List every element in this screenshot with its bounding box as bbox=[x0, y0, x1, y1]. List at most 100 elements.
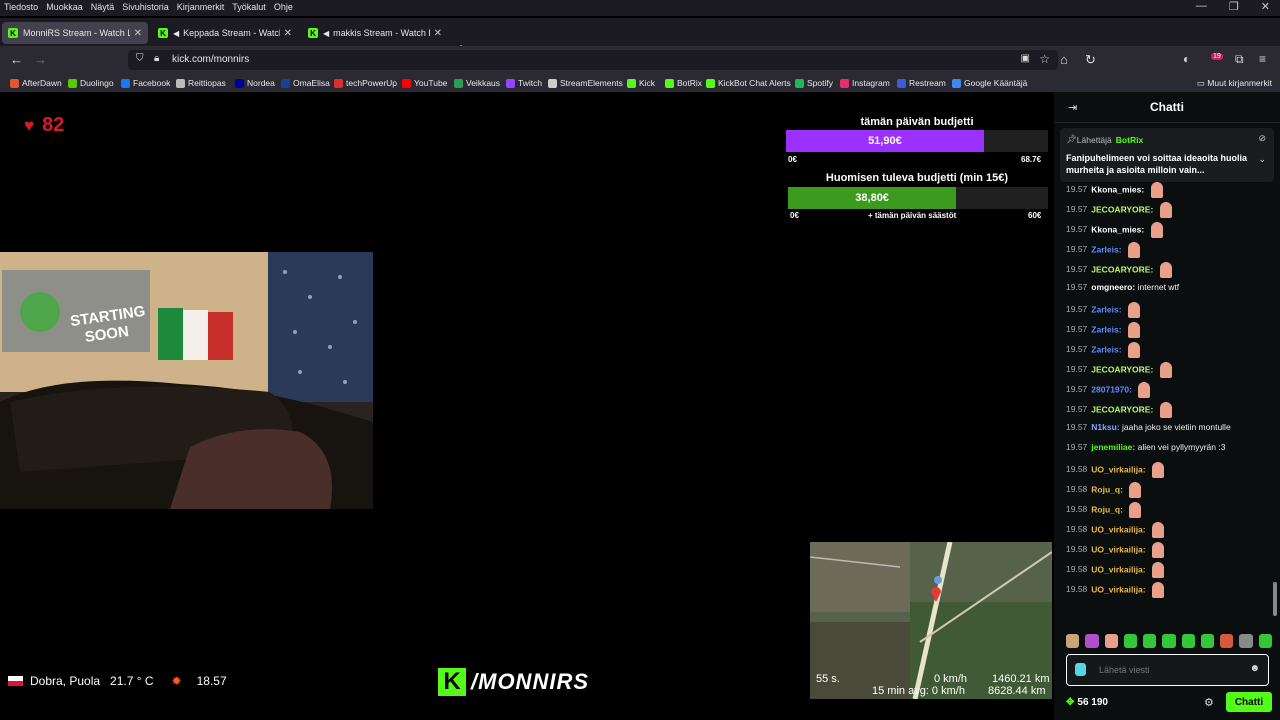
back-icon[interactable]: ← bbox=[10, 52, 23, 67]
message-username[interactable]: UO_virkailija bbox=[1091, 464, 1143, 474]
emote-icon[interactable] bbox=[1104, 634, 1118, 648]
chat-input[interactable] bbox=[1097, 661, 1241, 679]
message-username[interactable]: Zarleis bbox=[1091, 324, 1118, 334]
message-username[interactable]: JECOARYORE bbox=[1091, 364, 1150, 374]
bookmark-item[interactable]: AfterDawn bbox=[10, 78, 62, 88]
chat-message[interactable]: 19.58 Roju_q: bbox=[1066, 502, 1272, 518]
picture-in-picture-icon[interactable]: ▣ bbox=[1021, 53, 1030, 64]
lock-icon[interactable]: 🔒︎ bbox=[154, 53, 159, 64]
chat-message[interactable]: 19.57 JECOARYORE: bbox=[1066, 202, 1272, 218]
close-tab-icon[interactable]: ✕ bbox=[134, 28, 142, 39]
tab-makkis[interactable]: K ◀ makkis Stream - Watch Live ✕ bbox=[302, 22, 448, 44]
shield-icon[interactable]: ⛉ bbox=[136, 53, 144, 64]
tab-monnirs[interactable]: K MonniRS Stream - Watch Live o ✕ bbox=[2, 22, 148, 44]
close-window-icon[interactable]: ✕ bbox=[1261, 0, 1270, 13]
chat-message[interactable]: 19.57 JECOARYORE: bbox=[1066, 402, 1272, 418]
chat-message[interactable]: 19.57 omgneero: internet wtf bbox=[1066, 282, 1272, 293]
bookmark-item[interactable]: BotRix bbox=[665, 78, 702, 88]
message-username[interactable]: Kkona_mies bbox=[1091, 224, 1141, 234]
menu-item[interactable]: Ohje bbox=[274, 2, 293, 12]
message-username[interactable]: jenemiliae bbox=[1091, 442, 1132, 452]
channel-points[interactable]: ✥ 56 190 bbox=[1066, 697, 1108, 708]
account-icon[interactable]: ◐ bbox=[1183, 52, 1190, 66]
chat-input-box[interactable]: ☻ bbox=[1066, 654, 1269, 686]
message-username[interactable]: 28071970 bbox=[1091, 384, 1129, 394]
minimize-icon[interactable]: — bbox=[1196, 0, 1207, 13]
hamburger-menu-icon[interactable]: ≡ bbox=[1259, 52, 1266, 66]
emote-icon[interactable] bbox=[1085, 634, 1099, 648]
close-tab-icon[interactable]: ✕ bbox=[434, 28, 442, 39]
chat-message[interactable]: 19.57 JECOARYORE: bbox=[1066, 362, 1272, 378]
settings-gear-icon[interactable]: ⚙ bbox=[1204, 696, 1214, 709]
extension-badge[interactable]: 19 bbox=[1211, 53, 1223, 60]
bookmark-item[interactable]: Spotify bbox=[795, 78, 833, 88]
bookmark-item[interactable]: Google Kääntäjä bbox=[952, 78, 1027, 88]
stream-video[interactable]: ♥ 82 tämän päivän budjetti 51,90€ 0€ 68.… bbox=[0, 92, 1054, 720]
chat-message[interactable]: 19.57 Zarleis: bbox=[1066, 302, 1272, 318]
speaker-icon[interactable]: ◀ bbox=[173, 29, 179, 38]
menu-item[interactable]: Kirjanmerkit bbox=[177, 2, 225, 12]
bookmark-item[interactable]: StreamElements bbox=[548, 78, 623, 88]
reload-icon[interactable]: ↻ bbox=[1085, 52, 1096, 68]
expand-chevron-icon[interactable]: ⌄ bbox=[1258, 154, 1266, 165]
send-chat-button[interactable]: Chatti bbox=[1226, 692, 1272, 712]
address-bar[interactable]: ⛉ 🔒︎ kick.com/monnirs ▣ ☆ bbox=[128, 50, 1058, 70]
message-username[interactable]: JECOARYORE bbox=[1091, 404, 1150, 414]
chat-message[interactable]: 19.57 JECOARYORE: bbox=[1066, 262, 1272, 278]
message-username[interactable]: Zarleis bbox=[1091, 304, 1118, 314]
chat-message[interactable]: 19.58 UO_virkailija: bbox=[1066, 562, 1272, 578]
message-username[interactable]: UO_virkailija bbox=[1091, 584, 1143, 594]
message-username[interactable]: UO_virkailija bbox=[1091, 524, 1143, 534]
chat-message[interactable]: 19.58 UO_virkailija: bbox=[1066, 522, 1272, 538]
emote-icon[interactable] bbox=[1143, 634, 1157, 648]
menu-item[interactable]: Näytä bbox=[91, 2, 115, 12]
chat-message[interactable]: 19.57 jenemiliae: alien vei pyllymyyrän :… bbox=[1066, 442, 1272, 453]
menu-item[interactable]: Työkalut bbox=[232, 2, 266, 12]
chat-message[interactable]: 19.57 Kkona_mies: bbox=[1066, 182, 1272, 198]
chat-message[interactable]: 19.58 UO_virkailija: bbox=[1066, 462, 1272, 478]
emote-icon[interactable] bbox=[1066, 634, 1080, 648]
message-username[interactable]: UO_virkailija bbox=[1091, 544, 1143, 554]
bookmark-item[interactable]: Twitch bbox=[506, 78, 542, 88]
emote-icon[interactable] bbox=[1181, 634, 1195, 648]
emote-icon[interactable] bbox=[1200, 634, 1215, 648]
emoji-picker-icon[interactable]: ☻ bbox=[1249, 663, 1260, 674]
maximize-icon[interactable]: ❐ bbox=[1229, 0, 1239, 13]
bookmark-item[interactable]: Nordea bbox=[235, 78, 275, 88]
bookmark-item[interactable]: Reittiopas bbox=[176, 78, 226, 88]
forward-icon[interactable]: → bbox=[34, 52, 47, 67]
chat-message[interactable]: 19.57 28071970: bbox=[1066, 382, 1272, 398]
message-username[interactable]: UO_virkailija bbox=[1091, 564, 1143, 574]
emote-icon[interactable] bbox=[1239, 634, 1253, 648]
message-username[interactable]: JECOARYORE bbox=[1091, 264, 1150, 274]
bookmark-item[interactable]: techPowerUp bbox=[334, 78, 397, 88]
bookmark-item[interactable]: Instagram bbox=[840, 78, 890, 88]
chat-message[interactable]: 19.57 Zarleis: bbox=[1066, 322, 1272, 338]
unpin-icon[interactable]: ⊘ bbox=[1258, 133, 1266, 144]
menu-item[interactable]: Sivuhistoria bbox=[122, 2, 169, 12]
message-username[interactable]: N1ksu bbox=[1091, 422, 1117, 432]
message-username[interactable]: Zarleis bbox=[1091, 244, 1118, 254]
message-username[interactable]: omgneero bbox=[1091, 282, 1132, 292]
close-tab-icon[interactable]: ✕ bbox=[284, 28, 292, 39]
bookmark-item[interactable]: Facebook bbox=[121, 78, 170, 88]
bookmark-item[interactable]: Restream bbox=[897, 78, 946, 88]
bookmark-item[interactable]: Veikkaus bbox=[454, 78, 500, 88]
home-icon[interactable]: ⌂ bbox=[1060, 52, 1068, 67]
message-username[interactable]: JECOARYORE bbox=[1091, 204, 1150, 214]
bookmark-item[interactable]: KickBot Chat Alerts bbox=[706, 78, 791, 88]
pinned-message[interactable]: 📌︎ Lähettäjä BotRix ⊘ ⌄ Fanipuhelimeen v… bbox=[1060, 128, 1274, 182]
chat-messages[interactable]: 19.57 Kkona_mies: 19.57 JECOARYORE: 19.57 K… bbox=[1066, 182, 1272, 622]
emote-icon[interactable] bbox=[1162, 634, 1176, 648]
chat-scrollbar[interactable] bbox=[1273, 582, 1277, 616]
chat-message[interactable]: 19.58 Roju_q: bbox=[1066, 482, 1272, 498]
menu-item[interactable]: Muokkaa bbox=[46, 2, 83, 12]
chat-message[interactable]: 19.57 Zarleis: bbox=[1066, 342, 1272, 358]
bookmark-item[interactable]: Duolingo bbox=[68, 78, 114, 88]
bookmark-item[interactable]: OmaElisa bbox=[281, 78, 330, 88]
chat-message[interactable]: 19.57 N1ksu: jaaha joko se vietiin montul… bbox=[1066, 422, 1272, 433]
message-username[interactable]: Zarleis bbox=[1091, 344, 1118, 354]
bookmark-star-icon[interactable]: ☆ bbox=[1039, 52, 1050, 66]
message-username[interactable]: Roju_q bbox=[1091, 484, 1120, 494]
speaker-icon[interactable]: ◀ bbox=[323, 29, 329, 38]
